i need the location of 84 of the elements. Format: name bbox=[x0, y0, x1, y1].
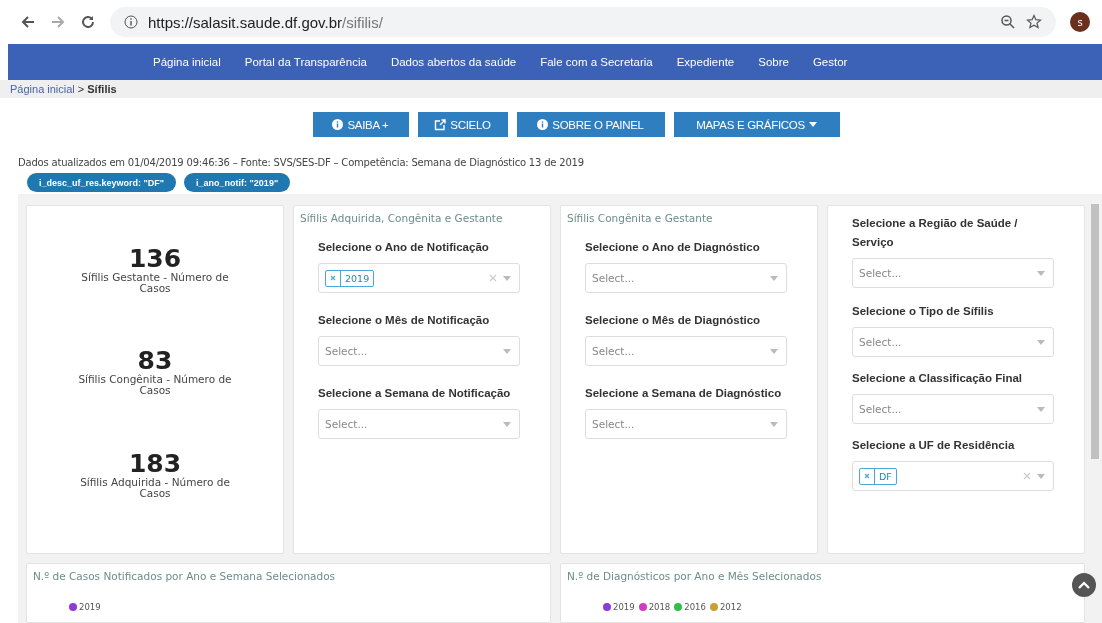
panel-button[interactable]: SAIBA + bbox=[312, 112, 409, 137]
nav-link[interactable]: Sobre bbox=[758, 56, 789, 68]
caret-icon bbox=[808, 122, 817, 127]
legend-label: 2016 bbox=[684, 602, 706, 612]
metric-value: 83 bbox=[137, 348, 173, 375]
dropdown-arrow-icon bbox=[770, 421, 778, 427]
field-label: Selecione o Ano de Notificação bbox=[318, 240, 490, 255]
dropdown-arrow-icon bbox=[770, 348, 778, 354]
remove-icon bbox=[864, 473, 870, 479]
select-field[interactable]: Select... bbox=[585, 409, 787, 439]
forward-icon bbox=[50, 14, 66, 30]
select-field[interactable]: Select... bbox=[585, 336, 787, 366]
panel-button[interactable]: SOBRE O PAINEL bbox=[516, 112, 665, 137]
dropdown-arrow-icon bbox=[503, 421, 511, 427]
zoom-icon bbox=[1000, 14, 1016, 30]
field-label: Selecione o Mês de Notificação bbox=[318, 313, 491, 328]
info-icon bbox=[537, 119, 549, 130]
filter-chip[interactable]: i_desc_uf_res.keyword: "DF" bbox=[27, 173, 177, 192]
external-link-icon bbox=[434, 118, 447, 131]
dropdown-arrow-icon bbox=[1037, 473, 1045, 479]
metric-label: Sífilis Adquirida - Número de Casos bbox=[79, 476, 231, 499]
metric-value: 183 bbox=[128, 450, 182, 477]
field-label: Selecione o Tipo de Sífilis bbox=[852, 304, 995, 319]
field-label: Selecione a Região de Saúde / Serviço bbox=[852, 216, 1019, 250]
select-field[interactable]: 2019 bbox=[318, 263, 520, 293]
card-title: N.º de Casos Notificados por Ano e Semana Selecionados bbox=[33, 570, 337, 582]
select-field[interactable]: Select... bbox=[852, 327, 1054, 357]
nav-link[interactable]: Gestor bbox=[812, 56, 848, 68]
update-info: Dados atualizados em 01/04/2019 09:46:36 – Fonte: SVS/SES-DF – Competência: Semana de Diagnóstico 13 de 2019 bbox=[17, 156, 585, 168]
legend-label: 2019 bbox=[79, 602, 101, 612]
select-field[interactable]: Select... bbox=[852, 394, 1054, 424]
selected-tag: DF bbox=[859, 467, 897, 485]
profile-avatar[interactable]: s bbox=[1070, 12, 1090, 32]
panel-button[interactable]: SCIELO bbox=[417, 112, 508, 137]
info-icon bbox=[332, 119, 344, 130]
nav-link[interactable]: Expediente bbox=[676, 56, 735, 68]
dropdown-arrow-icon bbox=[503, 348, 511, 354]
field-label: Selecione o Ano de Diagnóstico bbox=[585, 240, 761, 255]
back-icon bbox=[20, 14, 36, 30]
dropdown-arrow-icon bbox=[1037, 270, 1045, 276]
selected-tag: 2019 bbox=[325, 269, 375, 287]
dropdown-arrow-icon bbox=[1037, 406, 1045, 412]
dropdown-arrow-icon bbox=[770, 275, 778, 281]
nav-link[interactable]: Portal da Transparência bbox=[244, 56, 367, 68]
nav-link[interactable]: Dados abertos da saúde bbox=[390, 56, 517, 68]
nav-link[interactable]: Página inicial bbox=[153, 56, 221, 68]
select-field[interactable]: Select... bbox=[852, 258, 1054, 288]
reload-icon bbox=[80, 14, 96, 30]
address-bar[interactable]: https://salasit.saude.df.gov.br/sifilis/ bbox=[110, 7, 1056, 37]
select-field[interactable]: DF bbox=[852, 461, 1054, 491]
scrollbar[interactable] bbox=[1091, 204, 1099, 459]
card-title: N.º de Diagnósticos por Ano e Mês Selecionados bbox=[567, 570, 823, 582]
remove-icon bbox=[330, 275, 336, 281]
clear-icon bbox=[489, 274, 497, 282]
metric-label: Sífilis Gestante - Número de Casos bbox=[80, 272, 230, 294]
legend-label: 2019 bbox=[613, 602, 635, 612]
field-label: Selecione a Semana de Diagnóstico bbox=[585, 386, 783, 401]
scroll-top-button[interactable] bbox=[1072, 573, 1096, 597]
chevron-up-icon bbox=[1078, 581, 1090, 589]
select-field[interactable]: Select... bbox=[585, 263, 787, 293]
field-label: Selecione a Classificação Final bbox=[852, 371, 1024, 386]
breadcrumb-separator: > bbox=[77, 83, 85, 95]
metric-value: 136 bbox=[128, 246, 182, 272]
select-field[interactable]: Select... bbox=[318, 336, 520, 366]
filter-chip[interactable]: i_ano_notif: "2019" bbox=[184, 173, 291, 192]
star-icon bbox=[1026, 14, 1042, 30]
card-title: Sífilis Adquirida, Congênita e Gestante bbox=[300, 212, 504, 224]
field-label: Selecione o Mês de Diagnóstico bbox=[585, 313, 762, 328]
select-field[interactable]: Select... bbox=[318, 409, 520, 439]
panel-button[interactable]: MAPAS E GRÁFICOS bbox=[673, 112, 840, 137]
legend-label: 2012 bbox=[719, 602, 742, 612]
field-label: Selecione a UF de Residência bbox=[852, 438, 1016, 453]
legend-label: 2018 bbox=[648, 602, 671, 612]
breadcrumb-link[interactable]: Página inicial bbox=[10, 83, 75, 95]
dropdown-arrow-icon bbox=[1037, 339, 1045, 345]
info-icon bbox=[124, 15, 138, 29]
field-label: Selecione a Semana de Notificação bbox=[318, 386, 512, 401]
breadcrumb-current: Sífilis bbox=[87, 83, 117, 95]
url-text: https://salasit.saude.df.gov.br/sifilis/ bbox=[148, 13, 383, 31]
clear-icon bbox=[1023, 472, 1031, 480]
metric-label: Sífilis Congênita - Número de Casos bbox=[77, 374, 233, 397]
card-title: Sífilis Congênita e Gestante bbox=[567, 212, 714, 224]
dropdown-arrow-icon bbox=[503, 275, 511, 281]
nav-link[interactable]: Fale com a Secretaria bbox=[540, 56, 653, 68]
